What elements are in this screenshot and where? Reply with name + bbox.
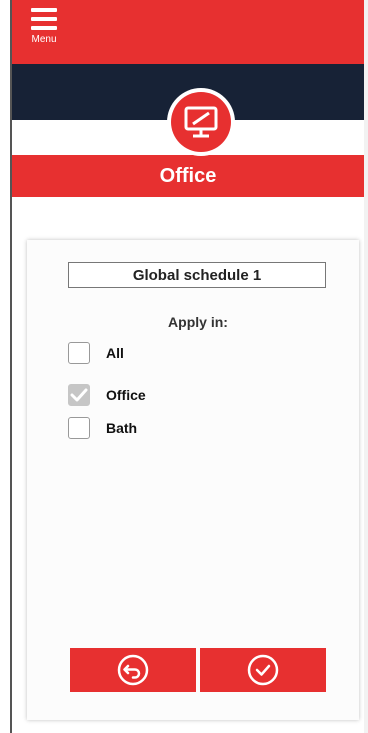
menu-label: Menu [31, 34, 57, 45]
option-bath-label: Bath [106, 420, 138, 436]
option-all[interactable]: All [68, 341, 124, 365]
hamburger-icon [31, 8, 57, 30]
app-frame: Menu Office Global schedule 1 Apply in: … [0, 0, 368, 733]
apply-in-label: Apply in: [168, 314, 228, 330]
option-office[interactable]: Office [68, 383, 146, 407]
back-button[interactable] [70, 648, 196, 692]
option-bath[interactable]: Bath [68, 416, 137, 440]
back-arrow-circle-icon [117, 654, 149, 686]
checkmark-icon [70, 388, 88, 402]
title-bar: Office [12, 155, 364, 197]
top-bar [12, 0, 364, 64]
option-all-label: All [106, 345, 124, 361]
option-office-label: Office [106, 387, 146, 403]
confirm-button[interactable] [200, 648, 326, 692]
checkbox-bath[interactable] [68, 417, 90, 439]
monitor-icon [171, 92, 231, 152]
schedule-selector[interactable]: Global schedule 1 [68, 262, 326, 288]
frame-right-border [364, 0, 368, 733]
menu-button[interactable]: Menu [24, 6, 64, 56]
page-title: Office [159, 164, 217, 187]
check-circle-icon [247, 654, 279, 686]
checkbox-all[interactable] [68, 342, 90, 364]
checkbox-office[interactable] [68, 384, 90, 406]
